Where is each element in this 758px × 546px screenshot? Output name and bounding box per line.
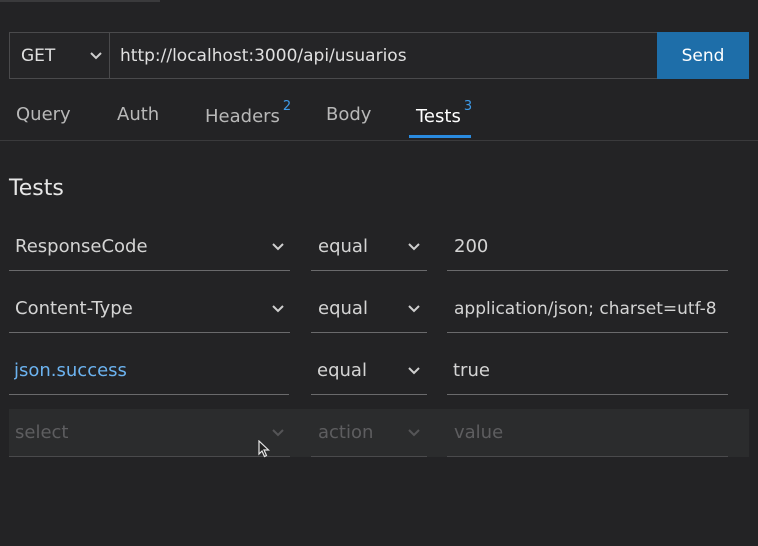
- top-strip: [0, 0, 160, 2]
- chevron-down-icon: [407, 366, 421, 376]
- test-value-text: application/json; charset=utf-8: [454, 298, 717, 319]
- test-select[interactable]: ResponseCode: [9, 223, 290, 271]
- new-test-fields: select action value: [0, 409, 758, 457]
- test-select[interactable]: json.success: [9, 347, 289, 395]
- tab-label: Tests: [416, 106, 461, 127]
- test-select-value: json.success: [14, 360, 127, 381]
- test-row: ResponseCode equal 200: [0, 223, 758, 271]
- test-action[interactable]: equal: [311, 285, 427, 333]
- method-label: GET: [21, 45, 56, 66]
- new-test-action[interactable]: action: [311, 409, 427, 457]
- tab-label: Query: [16, 104, 71, 125]
- test-value[interactable]: true: [447, 347, 728, 395]
- tab-badge: 2: [282, 99, 292, 114]
- chevron-down-icon: [271, 242, 285, 252]
- tab-label: Body: [326, 104, 372, 125]
- test-value[interactable]: 200: [447, 223, 728, 271]
- tab-body[interactable]: Body: [326, 104, 371, 125]
- tab-label: Headers: [205, 106, 280, 127]
- chevron-down-icon: [407, 304, 421, 314]
- method-select[interactable]: GET: [10, 33, 110, 78]
- tab-query[interactable]: Query: [16, 104, 71, 125]
- url-input[interactable]: [110, 33, 657, 78]
- chevron-down-icon: [271, 304, 285, 314]
- tab-label: Auth: [117, 104, 160, 125]
- test-action[interactable]: equal: [311, 347, 427, 395]
- chevron-down-icon: [407, 428, 421, 438]
- tab-headers[interactable]: Headers 2: [205, 99, 291, 127]
- test-row: Content-Type equal application/json; cha…: [0, 285, 758, 333]
- test-row: json.success equal true: [0, 347, 758, 395]
- new-test-value[interactable]: value: [447, 409, 728, 457]
- section-title: Tests: [9, 176, 64, 201]
- request-tabs: Query Auth Headers 2 Body Tests 3: [0, 92, 758, 141]
- test-value-text: 200: [454, 236, 489, 257]
- test-select-value: Content-Type: [15, 298, 133, 319]
- chevron-down-icon: [407, 242, 421, 252]
- tab-tests[interactable]: Tests 3: [416, 99, 472, 127]
- test-select-value: ResponseCode: [15, 236, 148, 257]
- chevron-down-icon: [271, 428, 285, 438]
- test-value[interactable]: application/json; charset=utf-8: [447, 285, 728, 333]
- chevron-down-icon: [89, 51, 103, 61]
- test-value-text: true: [453, 360, 490, 381]
- test-action-value: equal: [318, 298, 368, 319]
- test-select[interactable]: Content-Type: [9, 285, 290, 333]
- action-placeholder: action: [318, 422, 374, 443]
- new-test-select[interactable]: select: [9, 409, 290, 457]
- test-action-value: equal: [318, 236, 368, 257]
- tab-badge: 3: [463, 99, 473, 114]
- mouse-pointer-icon: [258, 439, 271, 462]
- request-bar: GET Send: [9, 32, 749, 79]
- tab-auth[interactable]: Auth: [117, 104, 159, 125]
- test-action-value: equal: [317, 360, 367, 381]
- select-placeholder: select: [15, 422, 69, 443]
- test-action[interactable]: equal: [311, 223, 427, 271]
- send-button[interactable]: Send: [657, 32, 749, 79]
- value-placeholder: value: [454, 422, 504, 443]
- active-tab-indicator: [409, 135, 471, 138]
